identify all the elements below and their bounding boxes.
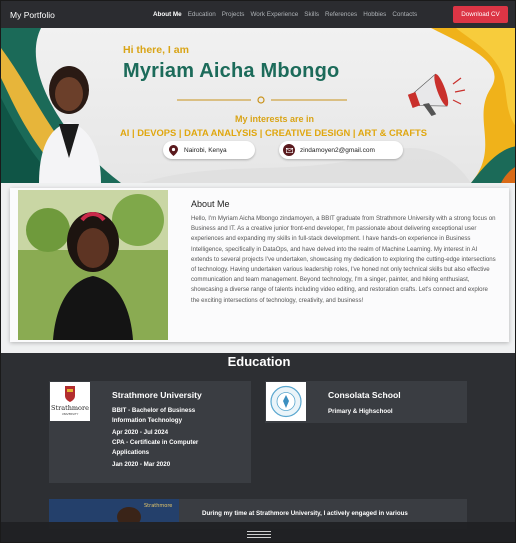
interests-title: My interests are in bbox=[235, 114, 315, 124]
school-detail: Apr 2020 - Jul 2024 bbox=[112, 429, 169, 436]
school-detail: BBIT - Bachelor of Business bbox=[112, 407, 196, 414]
school-name-consolata: Consolata School bbox=[328, 390, 401, 400]
school-detail: Applications bbox=[112, 449, 150, 456]
menu-handle-icon[interactable] bbox=[247, 531, 271, 538]
hero-greeting: Hi there, I am bbox=[123, 44, 189, 56]
portfolio-page: My Portfolio About Me Education Projects… bbox=[0, 0, 516, 543]
education-title: Education bbox=[227, 354, 291, 369]
school-detail: Information Technology bbox=[112, 417, 183, 424]
hero-name: Myriam Aicha Mbongo bbox=[123, 60, 340, 82]
about-text: Hello, I'm Myriam Aicha Mbongo zindamoye… bbox=[191, 215, 496, 304]
email-text[interactable]: zindamoyen2@gmail.com bbox=[300, 147, 375, 154]
email-icon bbox=[283, 144, 295, 156]
nav-about-me[interactable]: About Me bbox=[153, 11, 182, 18]
location-text: Nairobi, Kenya bbox=[184, 146, 227, 154]
school-detail: CPA - Certificate in Computer bbox=[112, 439, 199, 446]
strathmore-logo: Strathmore UNIVERSITY bbox=[50, 382, 90, 421]
email-pill[interactable]: zindamoyen2@gmail.com bbox=[279, 141, 403, 159]
experience-snippet: During my time at Strathmore University,… bbox=[202, 510, 408, 517]
nav-projects[interactable]: Projects bbox=[222, 11, 245, 18]
interests-list: AI | DEVOPS | DATA ANALYSIS | CREATIVE D… bbox=[120, 127, 428, 138]
school-detail: Jan 2020 - Mar 2020 bbox=[112, 461, 171, 468]
experience-photo-logo-text: Strathmore bbox=[144, 503, 172, 509]
strathmore-logo-text: Strathmore bbox=[51, 404, 89, 412]
top-navbar: My Portfolio About Me Education Projects… bbox=[1, 1, 515, 28]
nav-references[interactable]: References bbox=[325, 11, 357, 18]
strathmore-logo-subtext: UNIVERSITY bbox=[62, 412, 79, 416]
nav-hobbies[interactable]: Hobbies bbox=[363, 11, 386, 18]
about-photo bbox=[18, 190, 168, 340]
nav-education[interactable]: Education bbox=[188, 11, 216, 18]
consolata-logo bbox=[266, 382, 306, 421]
school-detail: Primary & Highschool bbox=[328, 408, 393, 415]
hero-banner: Hi there, I am Myriam Aicha Mbongo My in… bbox=[1, 28, 515, 183]
nav-skills[interactable]: Skills bbox=[304, 11, 319, 18]
brand-link[interactable]: My Portfolio bbox=[10, 10, 55, 20]
location-pill: Nairobi, Kenya bbox=[163, 141, 255, 159]
download-cv-button[interactable]: Download CV bbox=[453, 6, 508, 23]
location-pin-icon bbox=[167, 144, 179, 156]
nav-work-experience[interactable]: Work Experience bbox=[250, 11, 298, 18]
nav-contacts[interactable]: Contacts bbox=[392, 11, 417, 18]
school-name-strathmore: Strathmore University bbox=[112, 390, 202, 400]
experience-photo: Strathmore bbox=[49, 499, 179, 522]
nav-links: About Me Education Projects Work Experie… bbox=[153, 1, 423, 28]
hero-background-art bbox=[1, 28, 515, 183]
about-title: About Me bbox=[191, 199, 230, 209]
